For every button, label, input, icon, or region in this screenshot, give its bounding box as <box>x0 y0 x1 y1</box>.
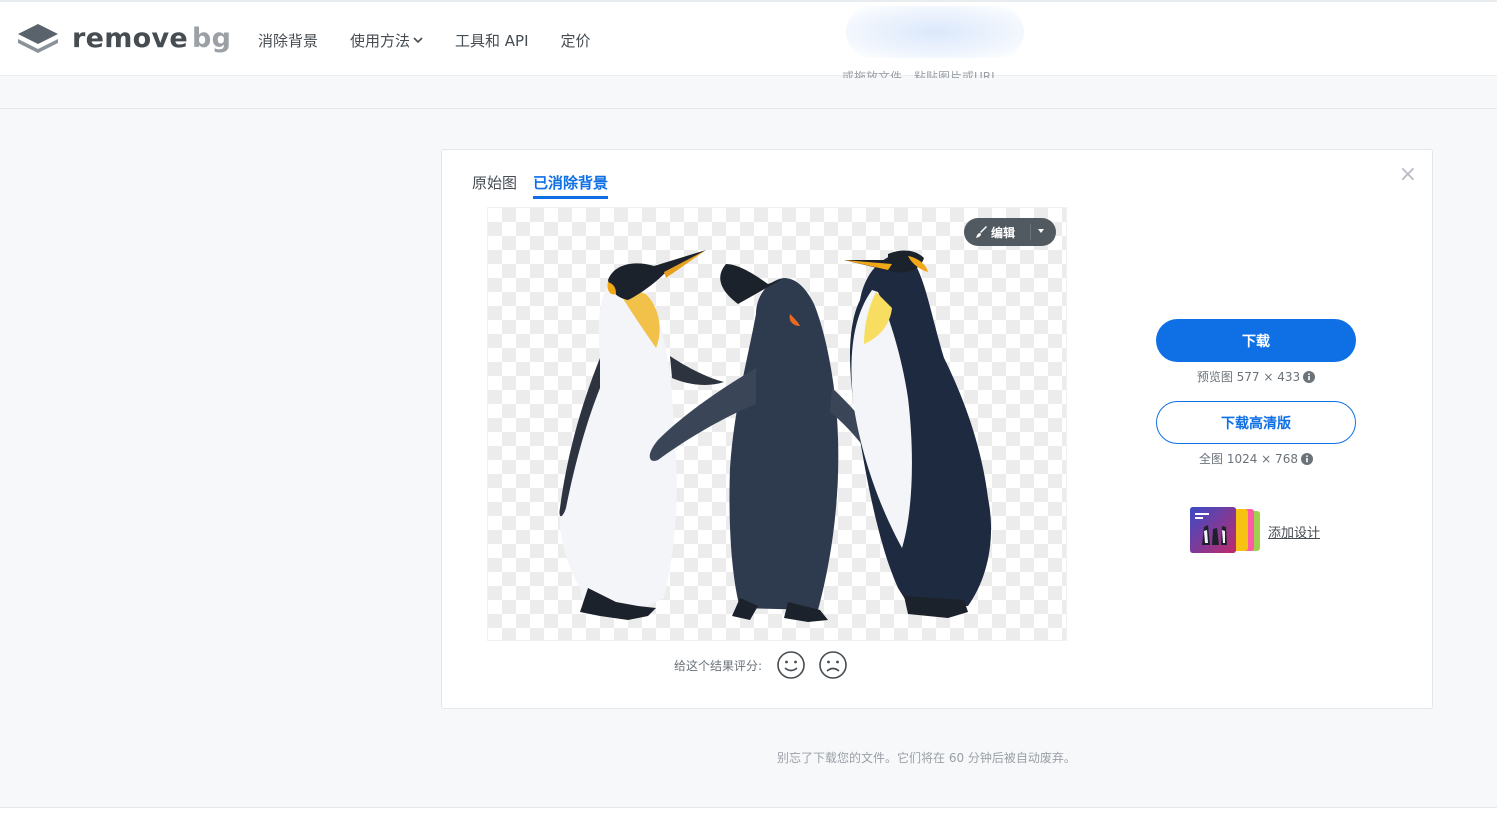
tab-original[interactable]: 原始图 <box>472 172 517 199</box>
url-link[interactable]: URL <box>974 70 998 78</box>
edit-label: 编辑 <box>991 225 1016 240</box>
drop-hint-text: 或拖放文件，粘贴图片或URL <box>842 66 998 78</box>
result-image: 编辑 <box>487 207 1067 641</box>
result-card: 原始图 已消除背景 × 编辑 给这个结果评分: 下载 预览图 577 × 433… <box>441 149 1433 709</box>
design-stack-icon <box>1190 507 1260 553</box>
upload-button-faded[interactable] <box>846 6 1024 58</box>
close-icon[interactable]: × <box>1399 164 1417 186</box>
nav-how-to-use[interactable]: 使用方法 <box>350 30 423 51</box>
logo-word-bg: bg <box>192 23 232 54</box>
penguin-left <box>559 250 724 620</box>
logo-text: remove bg <box>72 24 231 54</box>
drop-hint-label: 或拖放文件，粘贴图片或 <box>842 70 975 78</box>
download-hd-button[interactable]: 下载高清版 <box>1156 401 1356 444</box>
full-size-info: 全图 1024 × 768 <box>1156 450 1356 467</box>
file-expiry-note: 别忘了下载您的文件。它们将在 60 分钟后被自动废弃。 <box>777 751 1076 765</box>
penguin-right <box>844 250 992 618</box>
result-tabs: 原始图 已消除背景 <box>472 172 624 199</box>
add-design-link: 添加设计 <box>1268 525 1321 541</box>
frown-icon[interactable] <box>818 650 848 680</box>
edit-button[interactable]: 编辑 <box>964 218 1056 246</box>
info-icon[interactable] <box>1300 453 1313 465</box>
logo-layers-icon <box>18 24 58 53</box>
add-design-button[interactable]: 添加设计 <box>1188 507 1320 555</box>
nav-how-to-use-label: 使用方法 <box>350 32 411 50</box>
penguins-image <box>559 250 992 622</box>
nav-tools-api[interactable]: 工具和 API <box>455 30 529 51</box>
brush-icon <box>976 226 988 238</box>
info-icon[interactable] <box>1303 371 1316 383</box>
rating-row: 给这个结果评分: <box>674 650 860 680</box>
nav-remove-background[interactable]: 消除背景 <box>258 30 318 51</box>
edit-separator <box>1030 224 1031 240</box>
logo[interactable]: remove bg <box>16 22 231 56</box>
preview-size-info: 预览图 577 × 433 <box>1156 368 1356 385</box>
main-nav: 消除背景 使用方法 工具和 API 定价 <box>258 30 623 51</box>
download-button[interactable]: 下载 <box>1156 319 1356 362</box>
smiley-icon[interactable] <box>776 650 806 680</box>
full-size-label: 全图 1024 × 768 <box>1199 452 1298 466</box>
rating-label: 给这个结果评分: <box>674 658 763 673</box>
top-header: remove bg 消除背景 使用方法 工具和 API 定价 <box>0 0 1497 76</box>
section-divider <box>0 108 1497 109</box>
tab-removed-background[interactable]: 已消除背景 <box>533 172 609 199</box>
caret-down-icon[interactable] <box>1038 229 1044 233</box>
logo-word-remove: remove <box>72 23 189 54</box>
design-thumbnail <box>1188 507 1262 555</box>
nav-pricing[interactable]: 定价 <box>561 30 591 51</box>
chevron-down-icon <box>413 37 423 44</box>
footer-strip <box>0 808 1497 818</box>
preview-size-label: 预览图 577 × 433 <box>1196 370 1301 384</box>
